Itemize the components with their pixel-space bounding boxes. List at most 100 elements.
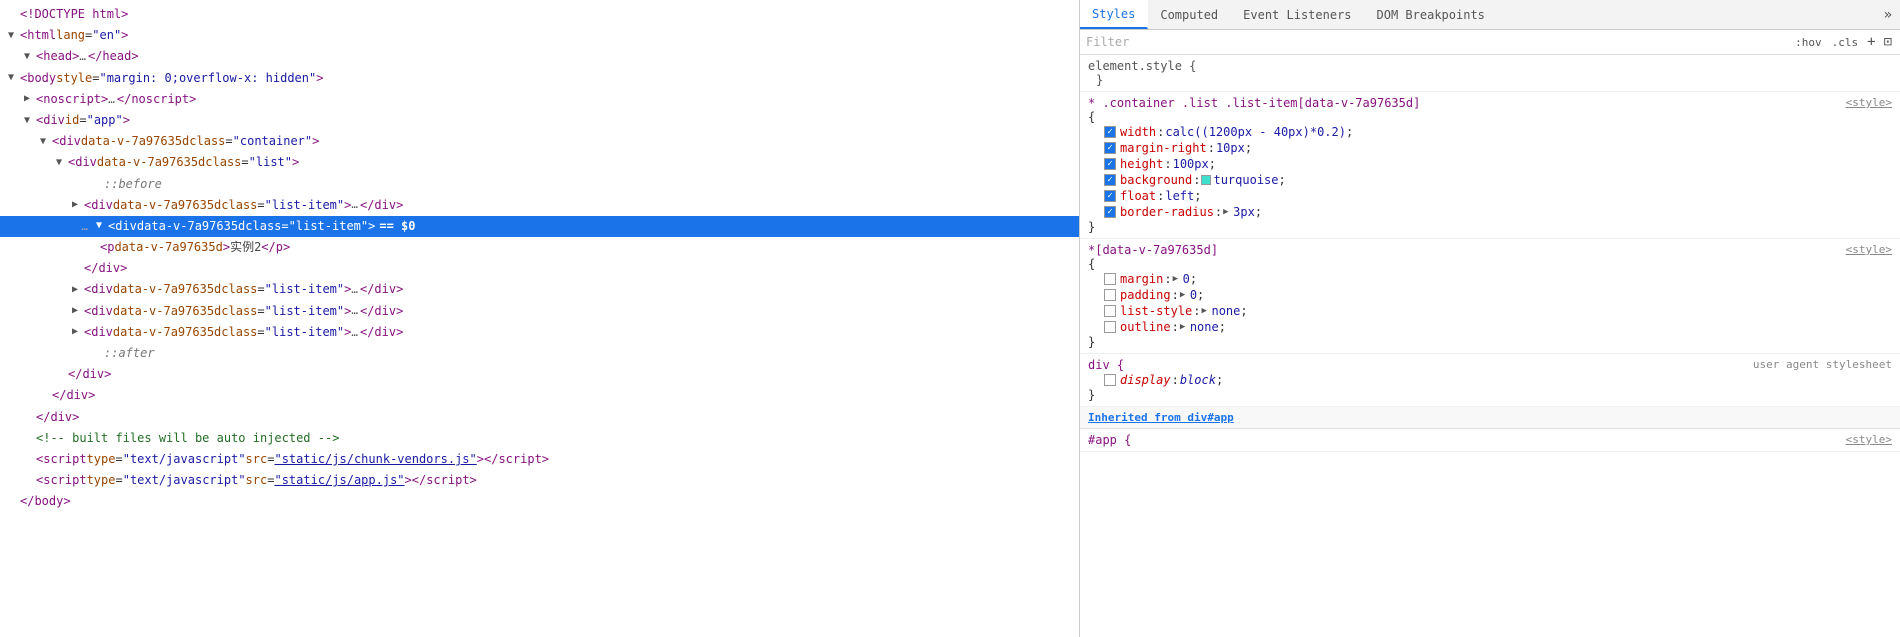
tab-styles[interactable]: Styles bbox=[1080, 0, 1148, 29]
html-tag: <html bbox=[20, 26, 56, 45]
dom-line-body[interactable]: <body style="margin: 0;overflow-x: hidde… bbox=[0, 68, 1079, 89]
checkbox-width[interactable] bbox=[1104, 126, 1116, 138]
dom-line-close-div-selected[interactable]: </div> bbox=[0, 258, 1079, 279]
triangle-div-app[interactable] bbox=[20, 113, 34, 129]
rule-selector-1: * .container .list .list-item[data-v-7a9… bbox=[1088, 96, 1420, 110]
prop-background: background : turquoise ; bbox=[1088, 172, 1892, 188]
dom-line-list-item-3[interactable]: <div data-v-7a97635d class="list-item" >… bbox=[0, 301, 1079, 322]
dom-line-div-list[interactable]: <div data-v-7a97635d class="list" > bbox=[0, 152, 1079, 173]
checkbox-display[interactable] bbox=[1104, 374, 1116, 386]
triangle-padding[interactable] bbox=[1180, 290, 1190, 300]
triangle-div-list[interactable] bbox=[52, 155, 66, 171]
inherited-label: Inherited from bbox=[1088, 411, 1187, 424]
prop-margin-right: margin-right : 10px ; bbox=[1088, 140, 1892, 156]
dom-line-html[interactable]: <html lang="en" > bbox=[0, 25, 1079, 46]
prop-border-radius: border-radius : 3px ; bbox=[1088, 204, 1892, 220]
triangle-head[interactable] bbox=[20, 49, 34, 65]
triangle-list-item-1[interactable] bbox=[68, 197, 82, 213]
dollar-sign: == $0 bbox=[379, 217, 415, 236]
prop-outline: outline : none ; bbox=[1088, 319, 1892, 335]
selected-attr-data: data-v-7a97635d bbox=[137, 217, 245, 236]
tab-dom-breakpoints[interactable]: DOM Breakpoints bbox=[1365, 0, 1498, 29]
rule-source-app[interactable]: <style> bbox=[1846, 433, 1892, 446]
display-prop-value: block bbox=[1180, 373, 1216, 387]
dom-line-close-body[interactable]: </body> bbox=[0, 491, 1079, 512]
display-prop-name: display bbox=[1120, 373, 1171, 387]
dom-line-after-pseudo[interactable]: ::after bbox=[0, 343, 1079, 364]
rule-selector-2: *[data-v-7a97635d] bbox=[1088, 243, 1218, 257]
hov-button[interactable]: :hov bbox=[1792, 35, 1825, 50]
dom-line-noscript[interactable]: <noscript> … </noscript> bbox=[0, 89, 1079, 110]
dom-line-comment[interactable]: <!-- built files will be auto injected -… bbox=[0, 428, 1079, 449]
dom-line-close-container[interactable]: </div> bbox=[0, 385, 1079, 406]
checkbox-float[interactable] bbox=[1104, 190, 1116, 202]
dom-line-list-item-selected[interactable]: … <div data-v-7a97635d class="list-item"… bbox=[0, 216, 1079, 237]
dom-line-script-app[interactable]: <script type="text/javascript" src="stat… bbox=[0, 470, 1079, 491]
dom-line-head[interactable]: <head> … </head> bbox=[0, 46, 1079, 67]
styles-content: element.style { } <style> * .container .… bbox=[1080, 55, 1900, 637]
prop-list-style: list-style : none ; bbox=[1088, 303, 1892, 319]
triangle-list-item-selected[interactable] bbox=[92, 218, 106, 234]
checkbox-outline[interactable] bbox=[1104, 321, 1116, 333]
triangle-list-item-2[interactable] bbox=[68, 282, 82, 298]
triangle-html[interactable] bbox=[4, 28, 18, 44]
checkbox-margin[interactable] bbox=[1104, 273, 1116, 285]
checkbox-list-style[interactable] bbox=[1104, 305, 1116, 317]
prop-width: width : calc((1200px - 40px)*0.2) ; bbox=[1088, 124, 1892, 140]
div-selector: div { bbox=[1088, 358, 1124, 372]
triangle-body[interactable] bbox=[4, 70, 18, 86]
dom-line-close-list[interactable]: </div> bbox=[0, 364, 1079, 385]
expand-button[interactable]: ⊡ bbox=[1882, 34, 1894, 50]
styles-panel: Styles Computed Event Listeners DOM Brea… bbox=[1080, 0, 1900, 637]
inherited-element[interactable]: div#app bbox=[1187, 411, 1233, 424]
prop-display: display : block ; bbox=[1088, 372, 1892, 388]
element-style-selector: element.style { bbox=[1088, 59, 1892, 73]
dom-line-p-tag[interactable]: <p data-v-7a97635d > 实例2 </p> bbox=[0, 237, 1079, 258]
checkbox-margin-right[interactable] bbox=[1104, 142, 1116, 154]
add-rule-button[interactable]: + bbox=[1865, 34, 1877, 50]
triangle-list-item-3[interactable] bbox=[68, 303, 82, 319]
p-inner-text: 实例2 bbox=[230, 238, 261, 257]
checkbox-padding[interactable] bbox=[1104, 289, 1116, 301]
tab-event-listeners[interactable]: Event Listeners bbox=[1231, 0, 1364, 29]
prop-padding: padding : 0 ; bbox=[1088, 287, 1892, 303]
triangle-div-container[interactable] bbox=[36, 134, 50, 150]
triangle-margin[interactable] bbox=[1173, 274, 1183, 284]
app-selector: #app { bbox=[1088, 433, 1131, 447]
dom-line-div-container[interactable]: <div data-v-7a97635d class="container" > bbox=[0, 131, 1079, 152]
checkbox-height[interactable] bbox=[1104, 158, 1116, 170]
rule-source-1[interactable]: <style> bbox=[1846, 96, 1892, 109]
container-list-item-rule: <style> * .container .list .list-item[da… bbox=[1080, 92, 1900, 239]
dom-line-script-vendors[interactable]: <script type="text/javascript" src="stat… bbox=[0, 449, 1079, 470]
checkbox-background[interactable] bbox=[1104, 174, 1116, 186]
dom-line-list-item-2[interactable]: <div data-v-7a97635d class="list-item" >… bbox=[0, 279, 1079, 300]
color-swatch[interactable] bbox=[1201, 175, 1211, 185]
element-style-rule: element.style { } bbox=[1080, 55, 1900, 92]
selected-tag: <div bbox=[108, 217, 137, 236]
inherited-header: Inherited from div#app bbox=[1080, 407, 1900, 429]
prop-height: height : 100px ; bbox=[1088, 156, 1892, 172]
data-v-attr-rule: <style> *[data-v-7a97635d] { margin : 0 … bbox=[1080, 239, 1900, 354]
dom-line-list-item-1[interactable]: <div data-v-7a97635d class="list-item" >… bbox=[0, 195, 1079, 216]
app-rule: <style> #app { bbox=[1080, 429, 1900, 452]
rule-source-2[interactable]: <style> bbox=[1846, 243, 1892, 256]
doctype-text: <!DOCTYPE html> bbox=[20, 5, 128, 24]
div-user-agent-rule: user agent stylesheet div { display : bl… bbox=[1080, 354, 1900, 407]
dom-line-div-app[interactable]: <div id="app" > bbox=[0, 110, 1079, 131]
cls-button[interactable]: .cls bbox=[1829, 35, 1862, 50]
filter-input[interactable] bbox=[1086, 35, 1788, 49]
tab-computed[interactable]: Computed bbox=[1148, 0, 1231, 29]
checkbox-border-radius[interactable] bbox=[1104, 206, 1116, 218]
filter-bar: :hov .cls + ⊡ bbox=[1080, 30, 1900, 55]
triangle-outline[interactable] bbox=[1180, 322, 1190, 332]
dom-line-list-item-4[interactable]: <div data-v-7a97635d class="list-item" >… bbox=[0, 322, 1079, 343]
dom-line-before-pseudo[interactable]: ::before bbox=[0, 174, 1079, 195]
triangle-noscript[interactable] bbox=[20, 91, 34, 107]
dom-line-close-app[interactable]: </div> bbox=[0, 407, 1079, 428]
triangle-list-style[interactable] bbox=[1201, 306, 1211, 316]
triangle-border-radius[interactable] bbox=[1223, 207, 1233, 217]
triangle-list-item-4[interactable] bbox=[68, 324, 82, 340]
tab-more[interactable]: » bbox=[1876, 7, 1900, 23]
dom-line-doctype[interactable]: <!DOCTYPE html> bbox=[0, 4, 1079, 25]
selected-attr-class: class bbox=[245, 217, 281, 236]
